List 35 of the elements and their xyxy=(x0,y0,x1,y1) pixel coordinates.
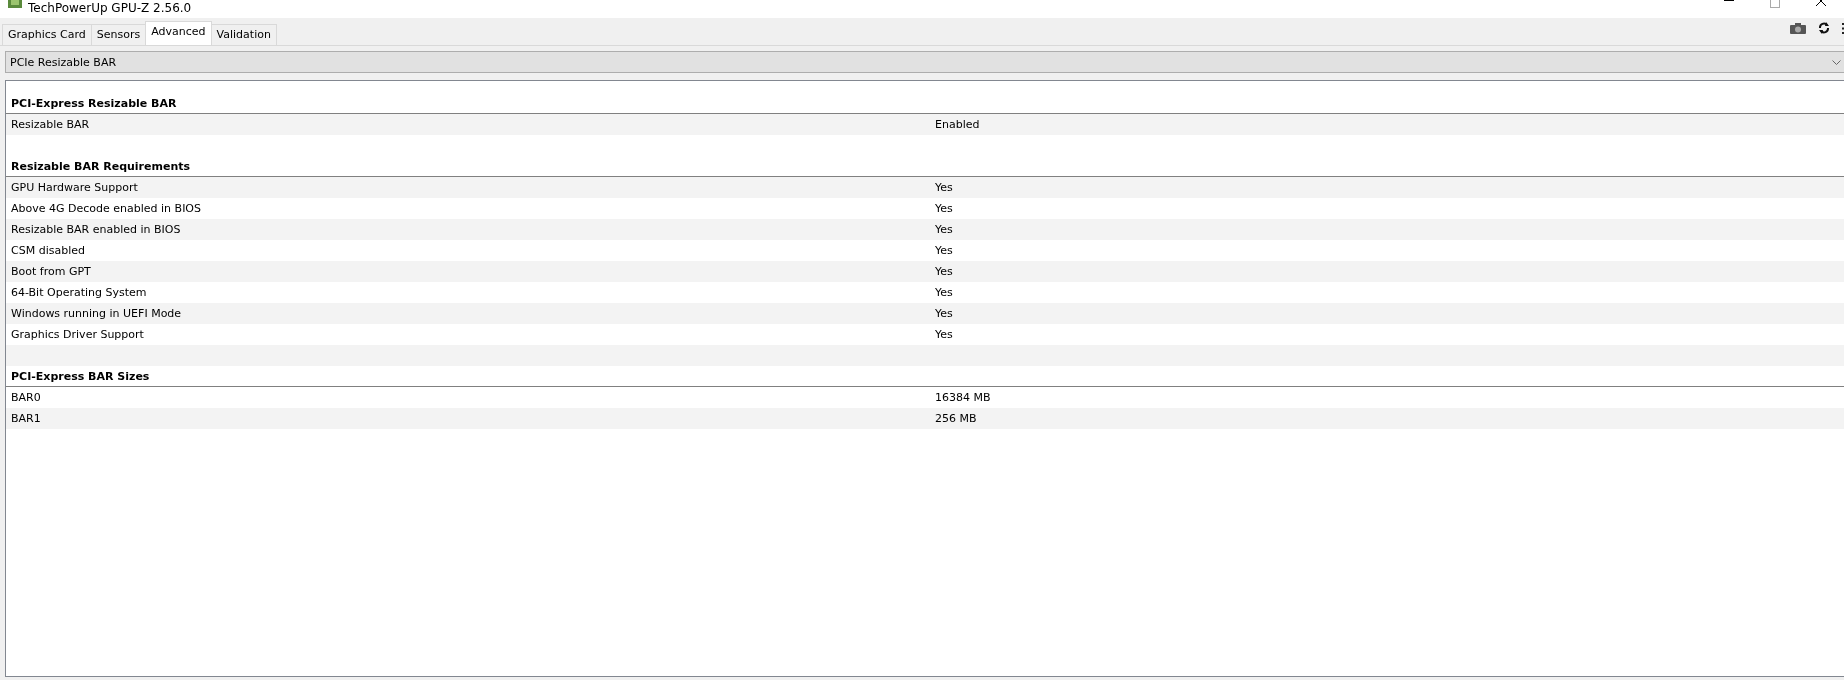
property-label: Above 4G Decode enabled in BIOS xyxy=(10,202,202,215)
section-heading: PCI-Express BAR Sizes xyxy=(10,369,150,383)
property-label: Resizable BAR xyxy=(10,118,91,131)
camera-icon[interactable] xyxy=(1790,22,1806,34)
property-value: Yes xyxy=(934,265,953,278)
window-title: TechPowerUp GPU-Z 2.56.0 xyxy=(28,1,192,15)
caret-icon xyxy=(1832,59,1841,65)
property-label: Graphics Driver Support xyxy=(10,328,145,341)
property-value: Yes xyxy=(934,223,953,236)
property-label: BAR0 xyxy=(10,391,42,404)
section-heading: PCI-Express Resizable BAR xyxy=(10,96,177,110)
section-heading: Resizable BAR Requirements xyxy=(10,159,191,173)
property-label: 64-Bit Operating System xyxy=(10,286,148,299)
tab[interactable]: Validation xyxy=(210,24,277,45)
tab[interactable]: Advanced xyxy=(145,21,212,45)
property-label: CSM disabled xyxy=(10,244,86,257)
property-label: Boot from GPT xyxy=(10,265,92,278)
property-value: Yes xyxy=(934,307,953,320)
property-value: 256 MB xyxy=(934,412,977,425)
property-label: BAR1 xyxy=(10,412,42,425)
minimize-icon[interactable] xyxy=(1724,0,1734,2)
property-value: Yes xyxy=(934,328,953,341)
property-value: Yes xyxy=(934,244,953,257)
property-value: Yes xyxy=(934,202,953,215)
property-value: Enabled xyxy=(934,118,980,131)
close-icon[interactable] xyxy=(1816,0,1826,6)
tab[interactable]: Graphics Card xyxy=(2,24,92,45)
section-dropdown[interactable]: PCIe Resizable BAR xyxy=(5,51,1844,73)
property-label: Resizable BAR enabled in BIOS xyxy=(10,223,182,236)
property-value: Yes xyxy=(934,181,953,194)
refresh-icon[interactable] xyxy=(1818,22,1830,34)
property-label: Windows running in UEFI Mode xyxy=(10,307,183,320)
property-value: 16384 MB xyxy=(934,391,991,404)
property-label: GPU Hardware Support xyxy=(10,181,139,194)
property-value: Yes xyxy=(934,286,953,299)
